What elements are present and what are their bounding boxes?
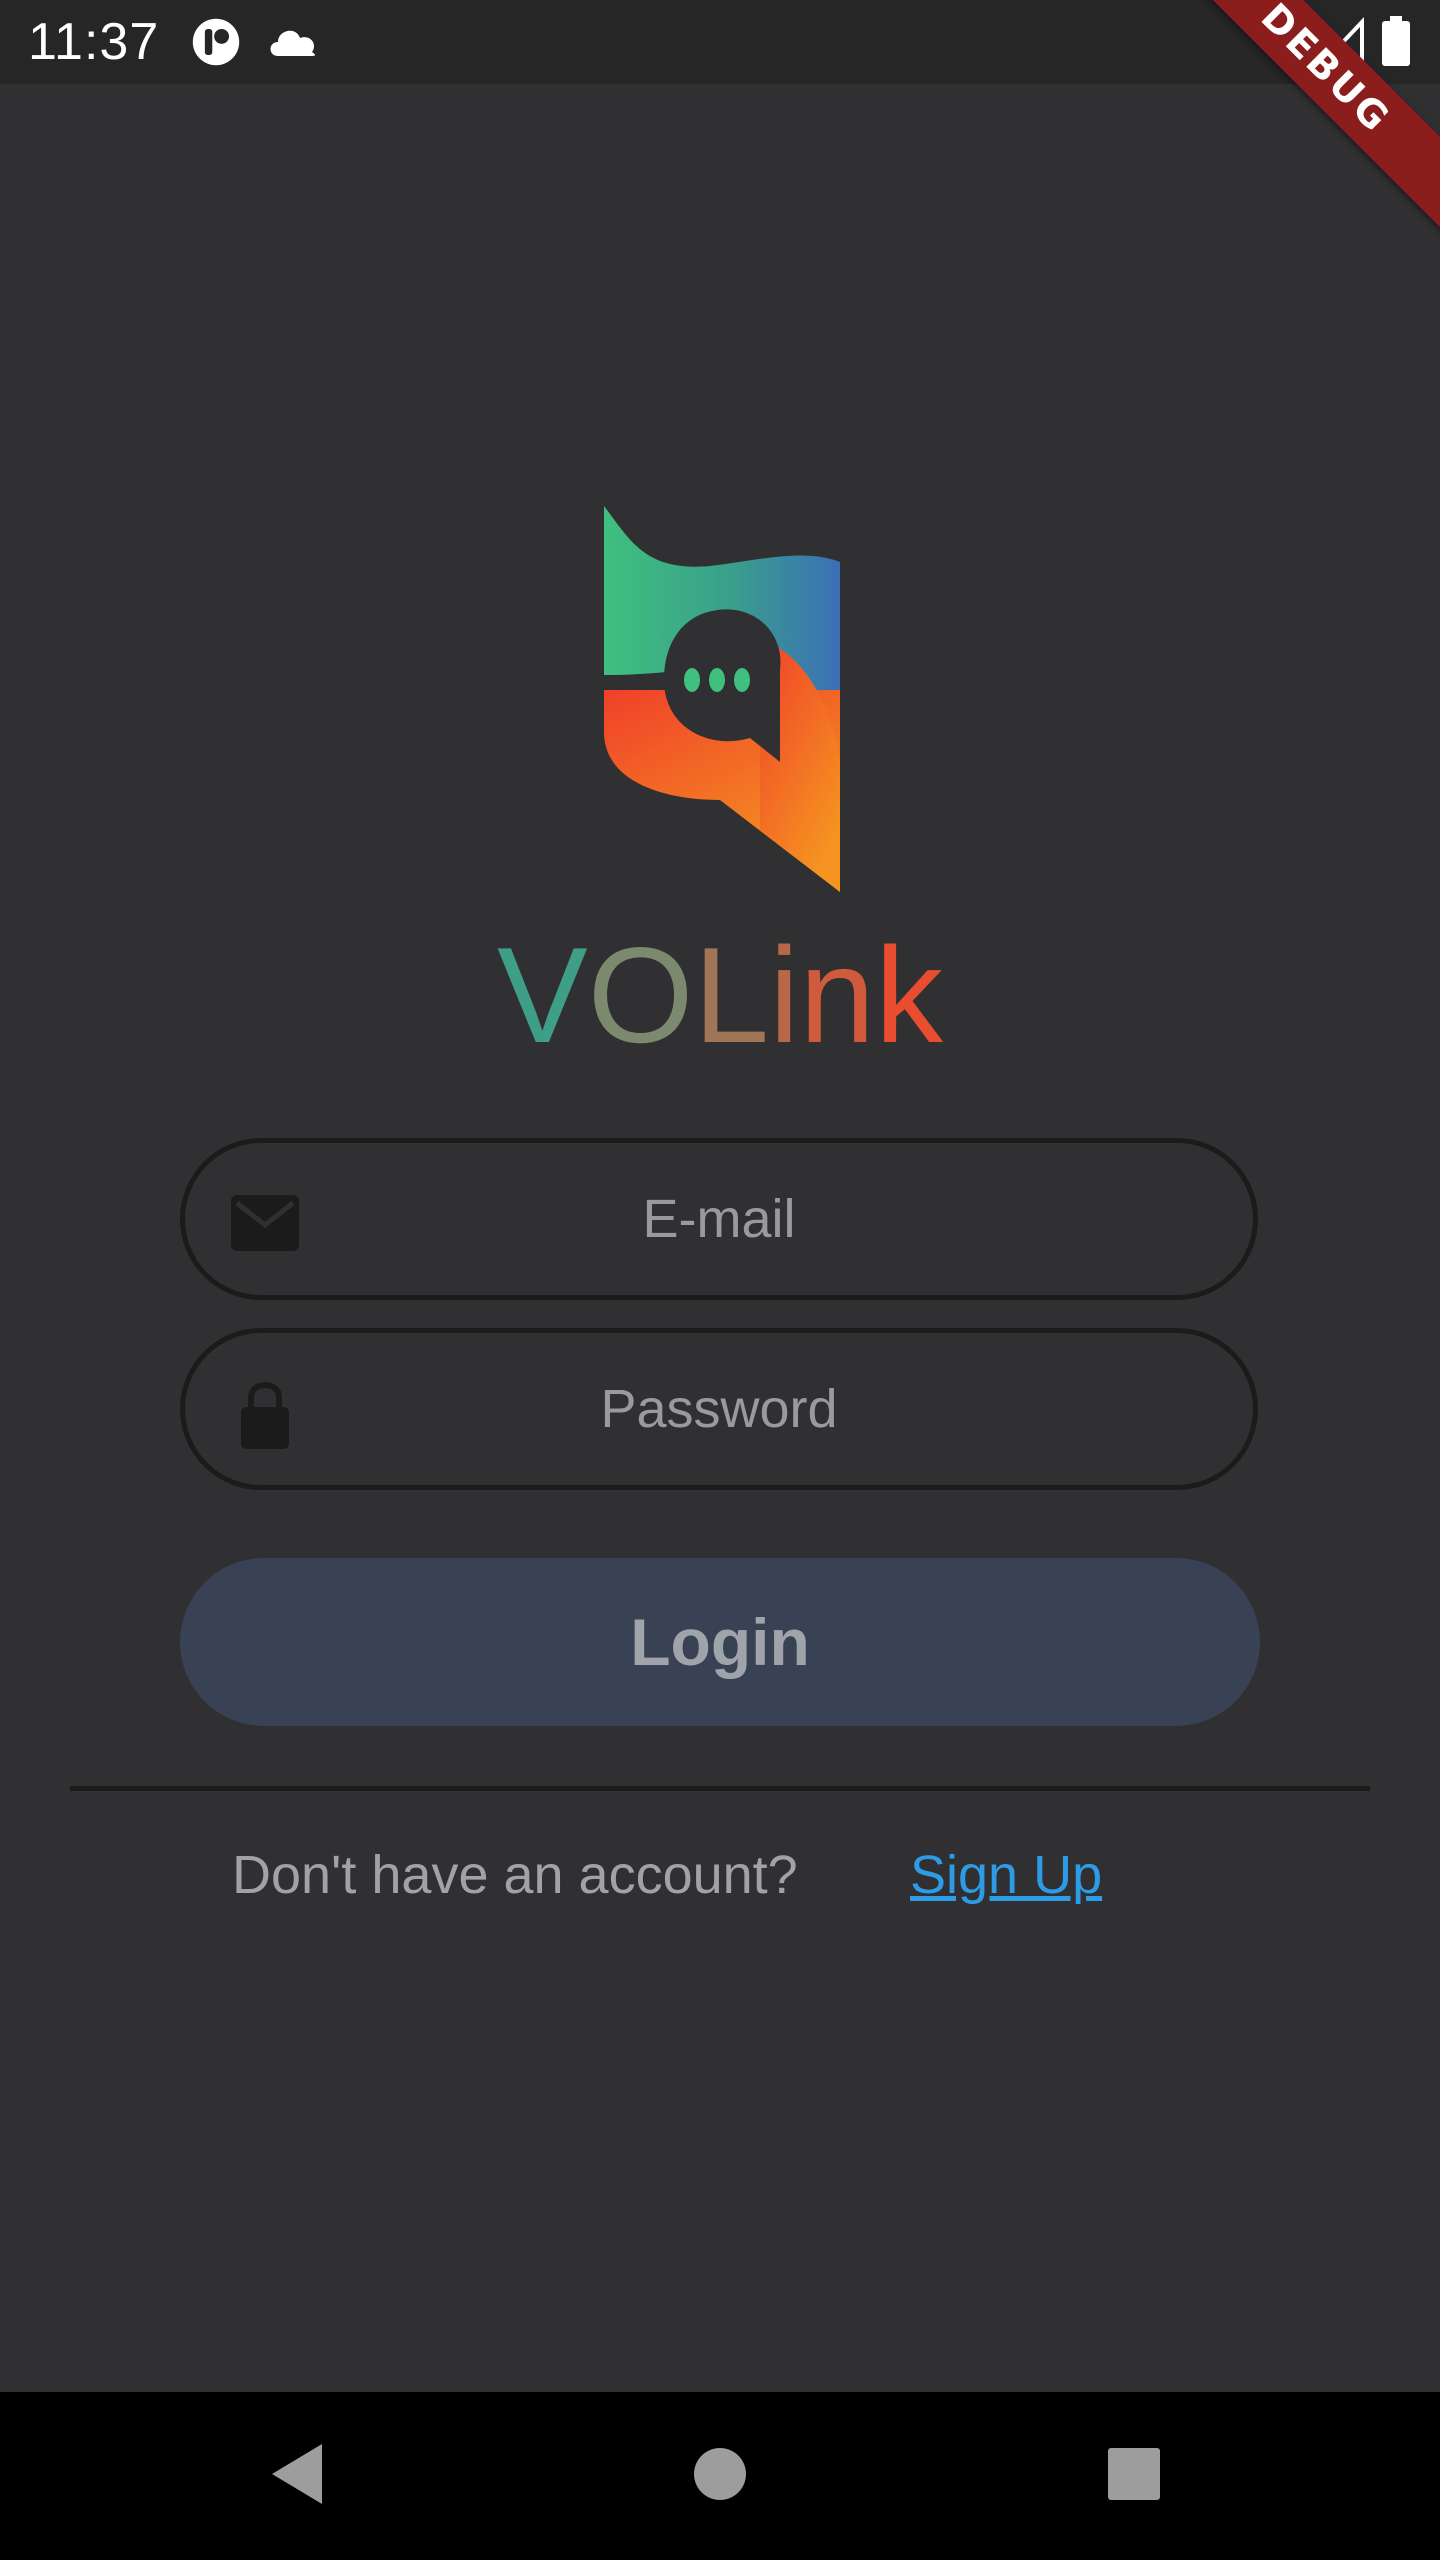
password-placeholder: Password [600,1379,838,1439]
email-field[interactable]: E-mail [180,1138,1258,1300]
volink-logo [604,506,840,892]
home-icon[interactable] [680,2434,760,2514]
recents-icon[interactable] [1094,2434,1174,2514]
login-button[interactable]: Login [180,1558,1260,1726]
email-placeholder: E-mail [642,1189,796,1249]
back-icon[interactable] [260,2434,340,2514]
signup-link[interactable]: Sign Up [910,1840,1102,1910]
app-name-letter: n [799,919,875,1071]
divider [70,1786,1370,1791]
password-field[interactable]: Password [180,1328,1258,1490]
app-name-letter: k [875,919,943,1071]
status-time: 11:37 [28,13,160,71]
podcast-app-icon [192,18,240,66]
login-screen: 11:37 DEBUG VOLink E-mail Password Login… [0,0,1440,2560]
app-name-letter: i [769,919,800,1071]
navigation-bar [0,2392,1440,2560]
app-name: VOLink [0,920,1440,1070]
cloud-icon [270,30,316,56]
app-name-letter: O [587,919,694,1071]
signup-prompt: Don't have an account? [232,1845,798,1905]
signup-row: Don't have an account? Sign Up [0,1840,1440,1910]
app-name-letter: L [693,919,770,1071]
battery-icon [1382,16,1410,66]
app-name-letter: V [496,919,588,1071]
status-bar: 11:37 DEBUG [0,0,1440,240]
